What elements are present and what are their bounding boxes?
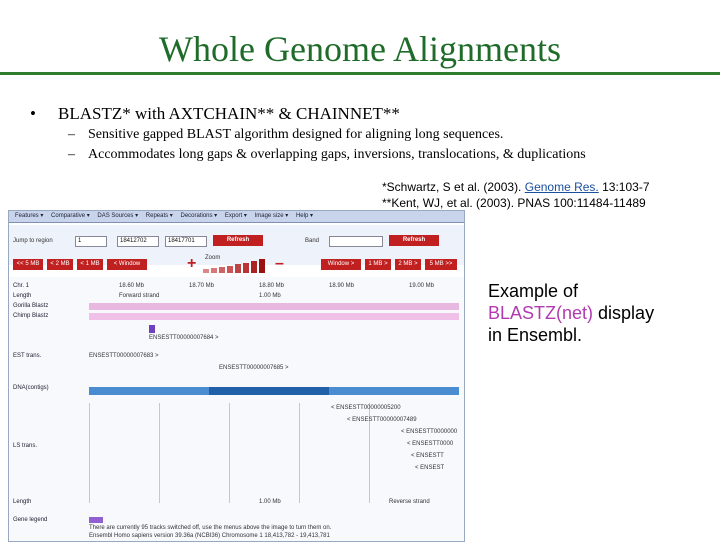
callout-line-1: Example of	[488, 281, 579, 301]
zoom-out-icon[interactable]: –	[275, 255, 284, 273]
jump-label: Jump to region	[13, 238, 53, 244]
menu-image-size[interactable]: Image size ▾	[255, 211, 289, 222]
feature-label: ENSESTT00000007684 >	[149, 335, 219, 341]
bullet-text: BLASTZ* with AXTCHAIN** & CHAINNET**	[58, 104, 400, 123]
citation-1-prefix: *Schwartz, S et al. (2003).	[382, 180, 525, 194]
nav-back-2mb[interactable]: < 2 MB	[47, 259, 73, 270]
callout-line-3: in Ensembl.	[488, 325, 583, 345]
track-label-chr: Chr. 1	[13, 283, 30, 289]
menu-das-sources[interactable]: DAS Sources ▾	[97, 211, 138, 222]
menu-repeats[interactable]: Repeats ▾	[146, 211, 173, 222]
dna-contig-band-dark	[209, 387, 329, 395]
nav-fwd-2mb[interactable]: 2 MB >	[395, 259, 421, 270]
gorilla-blastz-band	[89, 303, 459, 310]
citation-2: **Kent, WJ, et al. (2003). PNAS 100:1148…	[382, 196, 646, 210]
zoom-in-icon[interactable]: +	[187, 255, 196, 273]
citation-1-suffix: 13:103-7	[598, 180, 650, 194]
feature-label: < ENSEST	[415, 465, 445, 471]
callout-line-2: BLASTZ(net) display	[488, 302, 654, 324]
grid-line	[89, 403, 90, 503]
feature-label: ENSESTT00000007685 >	[219, 365, 289, 371]
sub-dash: –	[68, 127, 75, 142]
nav-fwd-window[interactable]: Window >	[321, 259, 361, 270]
bullet-symbol: •	[30, 104, 36, 123]
feature-mark	[149, 325, 155, 333]
start-input[interactable]: 18412702	[117, 236, 159, 247]
scale-tick: 18.90 Mb	[329, 283, 355, 289]
track-label-chimp: Chimp Blastz	[13, 313, 49, 319]
strand-label: 1.00 Mb	[259, 293, 281, 299]
band-input[interactable]	[329, 236, 383, 247]
track-area: Chr. 1 Length Gorilla Blastz Chimp Blast…	[9, 277, 464, 541]
zoom-scale[interactable]	[203, 259, 273, 273]
callout: Example of BLASTZ(net) display in Ensemb…	[488, 280, 654, 346]
track-label-length-2: Length	[13, 499, 32, 505]
sub-bullet-1: – Sensitive gapped BLAST algorithm design…	[68, 127, 503, 143]
track-label-gorilla: Gorilla Blastz	[13, 303, 49, 309]
menu-features[interactable]: Features ▾	[15, 211, 43, 222]
sub-bullet-text: Accommodates long gaps & overlapping gap…	[88, 147, 586, 162]
callout-line-2-rest: display	[593, 303, 655, 323]
sub-bullet-text: Sensitive gapped BLAST algorithm designe…	[88, 127, 504, 142]
refresh-button-right[interactable]: Refresh	[389, 235, 439, 246]
nav-back-window[interactable]: < Window	[107, 259, 147, 270]
grid-line	[229, 403, 230, 503]
slide-title: Whole Genome Alignments	[159, 29, 561, 69]
band-label: Band	[305, 238, 320, 244]
nav-back-1mb[interactable]: < 1 MB	[77, 259, 103, 270]
end-input[interactable]: 18417701	[165, 236, 207, 247]
strand-label: 1.00 Mb	[259, 499, 281, 505]
footer-note-2: Ensembl Homo sapiens version 39.36a (NCB…	[89, 533, 330, 539]
chr-input[interactable]: 1	[75, 236, 107, 247]
chimp-blastz-band	[89, 313, 459, 320]
blastz-highlight: BLASTZ(net)	[488, 303, 594, 323]
sub-bullet-2: – Accommodates long gaps & overlapping ga…	[68, 147, 586, 163]
feature-label: < ENSESTT	[411, 453, 444, 459]
track-label-est: EST trans.	[13, 353, 42, 359]
nav-fwd-5mb[interactable]: 5 MB >>	[425, 259, 457, 270]
grid-line	[299, 403, 300, 503]
sub-dash: –	[68, 147, 75, 162]
scale-tick: 19.00 Mb	[409, 283, 435, 289]
track-label-ls: LS trans.	[13, 443, 38, 449]
scale-tick: 18.60 Mb	[119, 283, 145, 289]
strand-label: Reverse strand	[389, 499, 430, 505]
nav-back-5mb[interactable]: << 5 MB	[13, 259, 43, 270]
feature-label: ENSESTT00000007683 >	[89, 353, 159, 359]
scale-tick: 18.70 Mb	[189, 283, 215, 289]
nav-fwd-1mb[interactable]: 1 MB >	[365, 259, 391, 270]
track-label-length: Length	[13, 293, 32, 299]
feature-label: < ENSESTT0000	[407, 441, 454, 447]
strand-label: Forward strand	[119, 293, 160, 299]
title-rule	[0, 72, 720, 75]
feature-label: < ENSESTT00000005200	[331, 405, 401, 411]
feature-label: < ENSESTT00000007489	[347, 417, 417, 423]
menu-help[interactable]: Help ▾	[296, 211, 313, 222]
ensembl-menubar: Features ▾ Comparative ▾ DAS Sources ▾ R…	[9, 211, 464, 223]
menu-comparative[interactable]: Comparative ▾	[51, 211, 90, 222]
feature-label: < ENSESTT0000000	[401, 429, 458, 435]
menu-export[interactable]: Export ▾	[225, 211, 247, 222]
refresh-button-left[interactable]: Refresh	[213, 235, 263, 246]
genome-res-link[interactable]: Genome Res.	[525, 180, 599, 194]
grid-line	[159, 403, 160, 503]
track-label-dna: DNA(contigs)	[13, 385, 49, 391]
footer-note-1: There are currently 95 tracks switched o…	[89, 525, 332, 531]
gene-legend-swatch	[89, 517, 103, 523]
ensembl-browser-screenshot: Features ▾ Comparative ▾ DAS Sources ▾ R…	[8, 210, 465, 542]
citation-1: *Schwartz, S et al. (2003). Genome Res. …	[382, 180, 650, 194]
scale-tick: 18.80 Mb	[259, 283, 285, 289]
track-label-legend: Gene legend	[13, 517, 48, 523]
menu-decorations[interactable]: Decorations ▾	[180, 211, 217, 222]
